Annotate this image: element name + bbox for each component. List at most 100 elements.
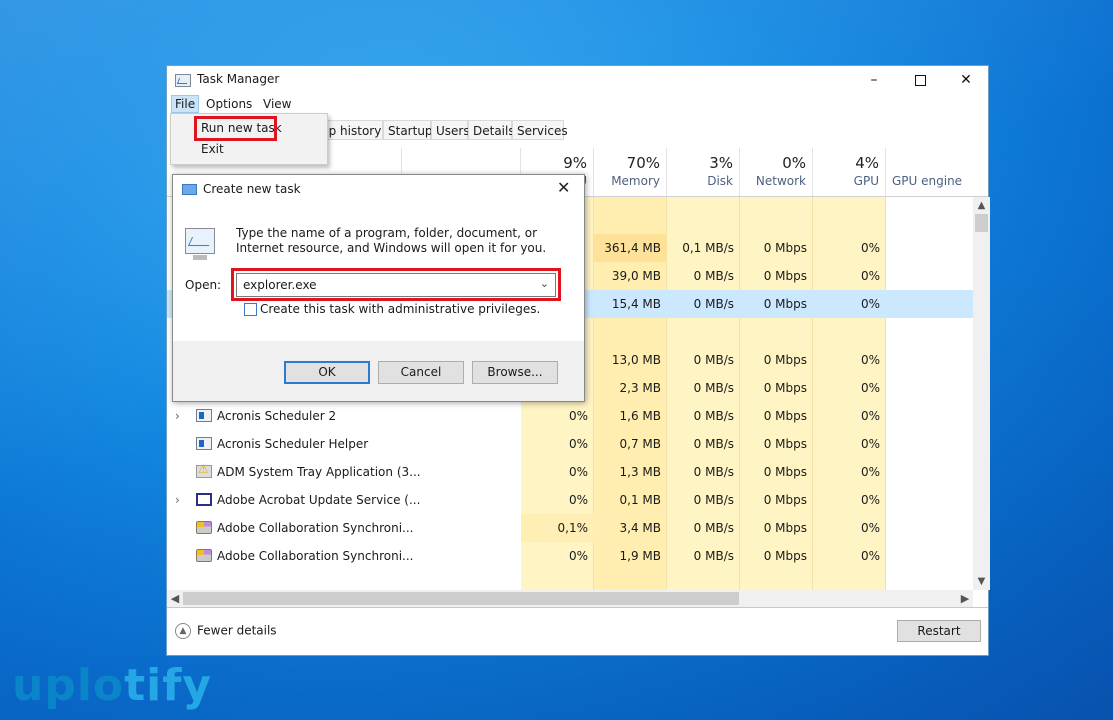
minimize-button[interactable]: –	[851, 66, 897, 94]
process-name: Adobe Acrobat Update Service (...	[217, 493, 421, 507]
menu-item-exit[interactable]: Exit	[201, 142, 224, 156]
footer-divider	[167, 607, 988, 608]
vertical-scroll-thumb[interactable]	[975, 214, 988, 232]
tab-services[interactable]: Services	[512, 120, 568, 140]
menu-file[interactable]: File	[171, 95, 200, 113]
disk-cell: 0 MB/s	[693, 269, 734, 283]
column-header-memory[interactable]: 70% Memory	[594, 148, 667, 196]
gpu-cell: 0%	[860, 241, 880, 255]
column-header-disk[interactable]: 3% Disk	[667, 148, 740, 196]
network-cell: 0 Mbps	[763, 297, 807, 311]
column-header-network[interactable]: 0% Network	[740, 148, 813, 196]
restart-button[interactable]: Restart	[897, 620, 981, 642]
table-row[interactable]: ADM System Tray Application (3... 0% 1,3 M…	[167, 458, 973, 486]
memory-cell: 3,4 MB	[619, 521, 661, 535]
network-total: 0%	[782, 154, 806, 172]
disk-cell: 0 MB/s	[693, 297, 734, 311]
network-cell	[740, 318, 813, 346]
ok-button[interactable]: OK	[284, 361, 370, 384]
table-row[interactable]: › Adobe Acrobat Update Service (... 0% 0,1 …	[167, 486, 973, 514]
monitor-stand-icon	[193, 255, 207, 260]
disk-label: Disk	[707, 174, 733, 188]
gpu-engine-total	[892, 154, 968, 172]
window-title: Task Manager	[197, 72, 280, 86]
memory-cell: 0,7 MB	[619, 437, 661, 451]
scroll-up-icon[interactable]: ▲	[973, 197, 990, 214]
memory-cell: 1,6 MB	[619, 409, 661, 423]
browse-button[interactable]: Browse...	[472, 361, 558, 384]
highlight-open-input	[231, 268, 561, 301]
cpu-cell: 0%	[568, 409, 588, 423]
highlight-run-new-task	[194, 116, 277, 141]
disk-cell: 0 MB/s	[693, 353, 734, 367]
scroll-left-icon[interactable]: ◀	[167, 590, 183, 607]
network-cell: 0 Mbps	[763, 409, 807, 423]
admin-privileges-label[interactable]: Create this task with administrative pri…	[260, 302, 540, 316]
table-row[interactable]: Adobe Collaboration Synchroni... 0% 1,9 MB…	[167, 542, 973, 570]
gpu-total: 4%	[855, 154, 879, 172]
cancel-button[interactable]: Cancel	[378, 361, 464, 384]
disk-cell: 0,1 MB/s	[682, 241, 734, 255]
service-window-icon	[196, 493, 212, 506]
horizontal-scrollbar[interactable]: ◀ ▶	[167, 590, 973, 607]
horizontal-scroll-thumb[interactable]	[183, 592, 739, 605]
menu-options[interactable]: Options	[202, 95, 256, 113]
disk-total: 3%	[709, 154, 733, 172]
gpu-cell: 0%	[860, 549, 880, 563]
process-name: Adobe Collaboration Synchroni...	[217, 549, 414, 563]
cpu-cell: 0,1%	[521, 514, 594, 542]
watermark-part1: uplo	[12, 660, 125, 711]
column-header-gpu[interactable]: 4% GPU	[813, 148, 886, 196]
network-label: Network	[755, 174, 806, 188]
dialog-close-button[interactable]: ✕	[557, 178, 570, 197]
watermark-part2: tify	[124, 660, 213, 711]
process-name: ADM System Tray Application (3...	[217, 465, 421, 479]
task-monitor-icon	[185, 228, 215, 254]
acronis-icon	[196, 437, 212, 450]
gpu-cell: 0%	[860, 437, 880, 451]
disk-cell: 0 MB/s	[693, 381, 734, 395]
expand-chevron-icon[interactable]: ›	[175, 402, 180, 430]
memory-cell: 361,4 MB	[594, 234, 667, 262]
menu-view[interactable]: View	[259, 95, 295, 113]
memory-cell: 1,3 MB	[619, 465, 661, 479]
disk-cell: 0 MB/s	[693, 437, 734, 451]
open-label: Open:	[185, 278, 222, 292]
disk-cell	[667, 318, 740, 346]
tab-users[interactable]: Users	[431, 120, 470, 140]
table-row[interactable]: › Acronis Scheduler 2 0% 1,6 MB 0 MB/s 0 Mbps…	[167, 402, 973, 430]
network-cell: 0 Mbps	[763, 353, 807, 367]
maximize-button[interactable]	[897, 66, 943, 94]
vertical-scrollbar[interactable]: ▲ ▼	[973, 197, 990, 590]
network-cell: 0 Mbps	[763, 465, 807, 479]
memory-cell: 15,4 MB	[611, 297, 661, 311]
table-row[interactable]: Acronis Scheduler Helper 0% 0,7 MB 0 MB/s 0 …	[167, 430, 973, 458]
title-bar[interactable]: Task Manager – ✕	[167, 66, 988, 94]
cpu-cell: 0%	[568, 465, 588, 479]
scroll-down-icon[interactable]: ▼	[973, 573, 990, 590]
memory-cell: 1,9 MB	[619, 549, 661, 563]
tab-details[interactable]: Details	[468, 120, 515, 140]
process-name: Adobe Collaboration Synchroni...	[217, 521, 414, 535]
network-cell: 0 Mbps	[763, 269, 807, 283]
cpu-cell: 0%	[568, 549, 588, 563]
expand-chevron-icon[interactable]: ›	[175, 486, 180, 514]
dialog-title: Create new task	[203, 182, 301, 196]
column-header-gpu-engine[interactable]: GPU engine	[886, 148, 974, 196]
gpu-cell	[813, 318, 886, 346]
table-row[interactable]: Adobe Collaboration Synchroni... 0,1% 3,4 …	[167, 514, 973, 542]
tab-startup[interactable]: Startup	[383, 120, 433, 140]
scroll-right-icon[interactable]: ▶	[957, 590, 973, 607]
adobe-sync-icon	[196, 549, 212, 562]
adobe-sync-icon	[196, 521, 212, 534]
admin-privileges-checkbox[interactable]	[244, 303, 257, 316]
warning-app-icon	[196, 462, 212, 478]
network-cell: 0 Mbps	[763, 241, 807, 255]
dialog-description: Type the name of a program, folder, docu…	[236, 226, 547, 255]
gpu-cell: 0%	[860, 521, 880, 535]
memory-cell: 2,3 MB	[619, 381, 661, 395]
disk-cell: 0 MB/s	[693, 493, 734, 507]
fewer-details-button[interactable]: ▲ Fewer details	[175, 623, 277, 639]
close-button[interactable]: ✕	[943, 66, 989, 94]
network-cell: 0 Mbps	[763, 521, 807, 535]
